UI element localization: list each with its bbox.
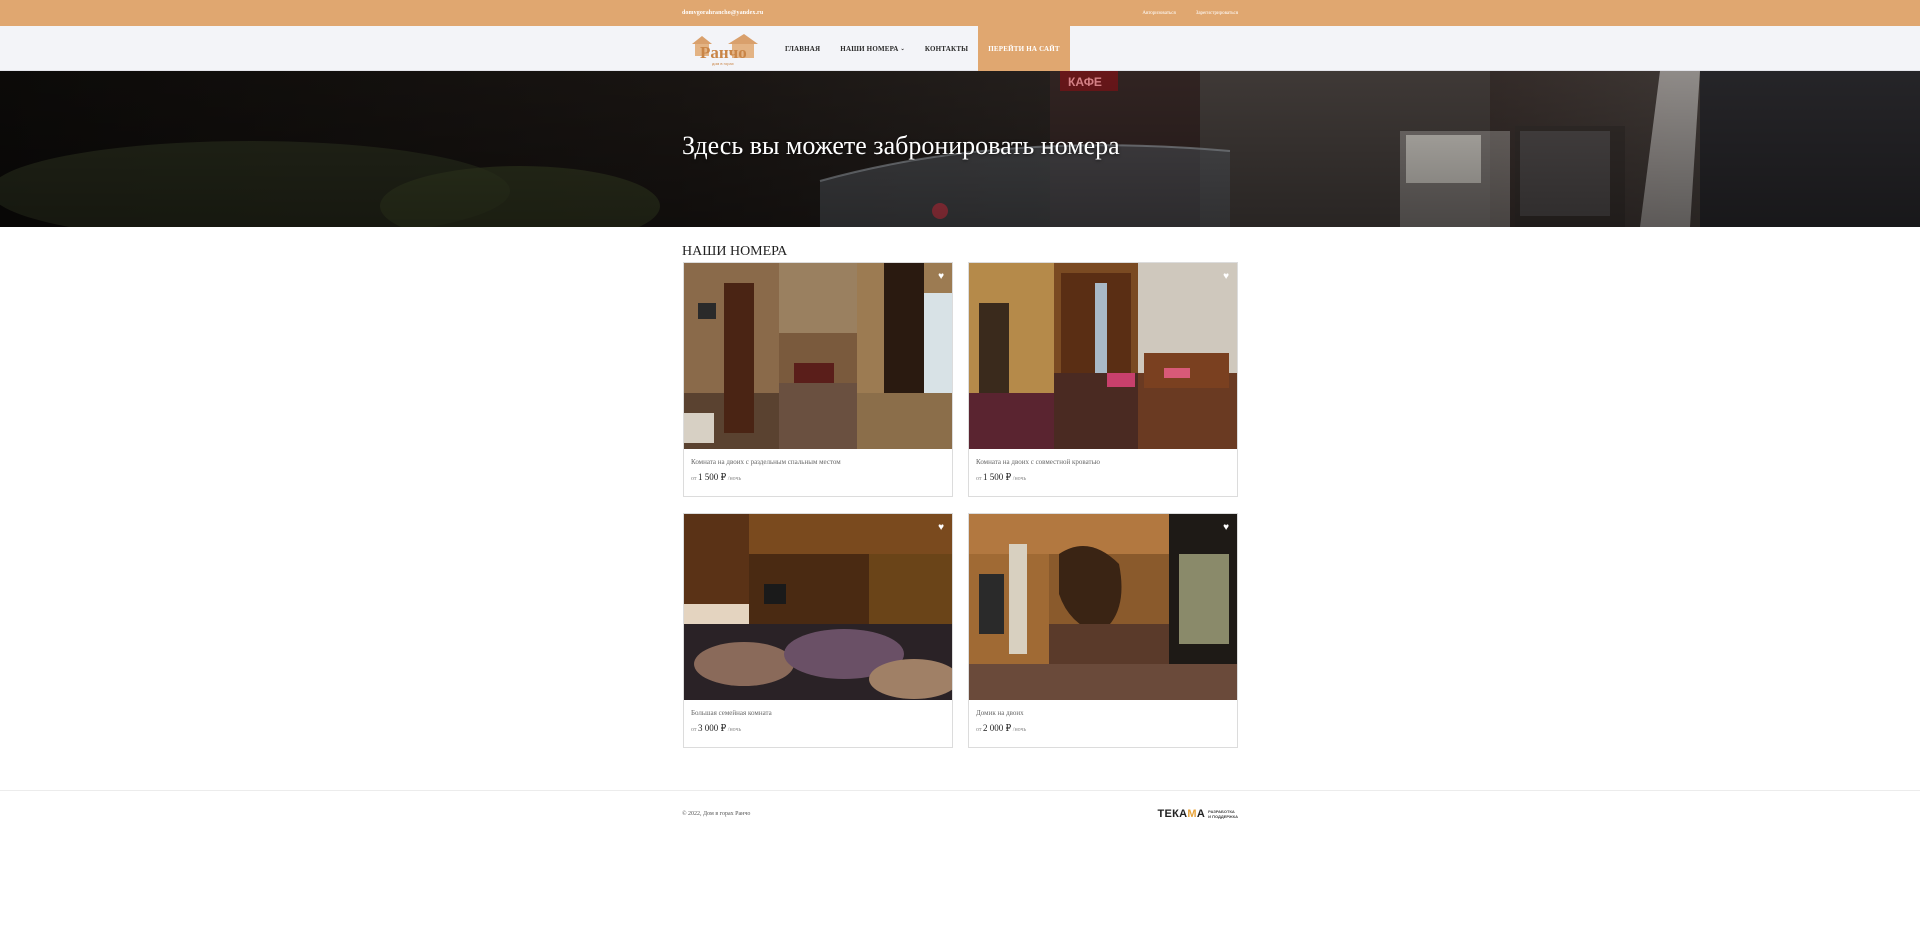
- price-unit: /ночь: [727, 727, 742, 733]
- hero-banner: КАФЕ Здесь вы можете забронировать номер…: [0, 71, 1920, 227]
- room-price: от 1 500 ₽ /ночь: [976, 472, 1230, 483]
- heart-icon[interactable]: ♥: [1223, 271, 1229, 282]
- rooms-grid: ♥ Комната на двоих с раздельным спальным…: [683, 262, 1238, 748]
- brand-accent: М: [1187, 808, 1197, 820]
- price-prefix: от: [691, 727, 697, 733]
- price-amount: 2 000 ₽: [983, 723, 1012, 733]
- top-bar: domvgorahrancho@yandex.ru Авторизоваться…: [0, 0, 1920, 26]
- nav-item-label: ГЛАВНАЯ: [785, 44, 821, 53]
- site-footer: © 2022, Дом в горах Ранчо ТЕКАМА РАЗРАБО…: [0, 790, 1920, 844]
- developer-tagline: РАЗРАБОТКА И ПОДДЕРЖКА: [1208, 809, 1238, 819]
- brand-part: А: [1196, 808, 1206, 820]
- logo-wordmark: Ранчо: [700, 43, 747, 62]
- room-image: [684, 514, 952, 700]
- auth-links: Авторизоваться Зарегистрироваться: [1142, 11, 1238, 16]
- hero-title: Здесь вы можете забронировать номера: [682, 131, 1120, 160]
- room-photo[interactable]: ♥: [969, 263, 1237, 449]
- room-card[interactable]: ♥ Комната на двоих с совместной кроватью…: [968, 262, 1238, 497]
- room-photo[interactable]: ♥: [969, 514, 1237, 700]
- main-nav: Ранчо дом в горах ГЛАВНАЯ НАШИ НОМЕРА ⌄ К…: [0, 26, 1920, 71]
- heart-icon[interactable]: ♥: [938, 271, 944, 282]
- price-unit: /ночь: [727, 476, 742, 482]
- developer-wordmark: ТЕКАМА: [1158, 808, 1206, 820]
- price-amount: 1 500 ₽: [698, 472, 727, 482]
- tagline-line: И ПОДДЕРЖКА: [1208, 814, 1238, 819]
- nav-item-label: НАШИ НОМЕРА: [840, 44, 899, 53]
- room-price: от 3 000 ₽ /ночь: [691, 723, 945, 734]
- room-image: [969, 263, 1237, 449]
- room-price: от 1 500 ₽ /ночь: [691, 472, 945, 483]
- room-title[interactable]: Большая семейная комната: [691, 709, 945, 717]
- section-heading: НАШИ НОМЕРА: [682, 244, 788, 259]
- login-link[interactable]: Авторизоваться: [1142, 11, 1175, 16]
- site-logo[interactable]: Ранчо дом в горах: [688, 30, 763, 68]
- room-price: от 2 000 ₽ /ночь: [976, 723, 1230, 734]
- nav-item-label: КОНТАКТЫ: [924, 44, 969, 53]
- room-image: [684, 263, 952, 449]
- rooms-section: НАШИ НОМЕРА ♥ Комната на двоих с раздель…: [682, 244, 1238, 748]
- room-photo[interactable]: ♥: [684, 514, 952, 700]
- developer-logo[interactable]: ТЕКАМА РАЗРАБОТКА И ПОДДЕРЖКА: [1158, 808, 1239, 820]
- price-unit: /ночь: [1012, 476, 1027, 482]
- logo-subtitle: дом в горах: [712, 61, 734, 66]
- nav-item-home[interactable]: ГЛАВНАЯ: [785, 45, 820, 53]
- logo-house-icon: Ранчо дом в горах: [692, 33, 758, 66]
- brand-part: ТЕКА: [1157, 808, 1188, 820]
- price-prefix: от: [976, 727, 982, 733]
- room-card[interactable]: ♥ Домик на двоих от 2 000 ₽ /ночь: [968, 513, 1238, 748]
- room-title[interactable]: Комната на двоих с раздельным спальным м…: [691, 458, 945, 466]
- contact-email[interactable]: domvgorahrancho@yandex.ru: [682, 10, 763, 16]
- nav-item-rooms[interactable]: НАШИ НОМЕРА ⌄: [840, 45, 905, 53]
- price-prefix: от: [691, 476, 697, 482]
- price-prefix: от: [976, 476, 982, 482]
- room-image: [969, 514, 1237, 700]
- price-amount: 1 500 ₽: [983, 472, 1012, 482]
- chevron-down-icon: ⌄: [900, 46, 905, 52]
- heart-icon[interactable]: ♥: [1223, 522, 1229, 533]
- heart-icon[interactable]: ♥: [938, 522, 944, 533]
- nav-links: ГЛАВНАЯ НАШИ НОМЕРА ⌄ КОНТАКТЫ ПЕРЕЙТИ НА…: [785, 26, 1070, 71]
- room-title[interactable]: Домик на двоих: [976, 709, 1230, 717]
- nav-item-contacts[interactable]: КОНТАКТЫ: [925, 45, 968, 53]
- room-title[interactable]: Комната на двоих с совместной кроватью: [976, 458, 1230, 466]
- price-unit: /ночь: [1012, 727, 1027, 733]
- go-to-site-button[interactable]: ПЕРЕЙТИ НА САЙТ: [978, 26, 1070, 71]
- room-card[interactable]: ♥ Комната на двоих с раздельным спальным…: [683, 262, 953, 497]
- register-link[interactable]: Зарегистрироваться: [1196, 11, 1238, 16]
- price-amount: 3 000 ₽: [698, 723, 727, 733]
- room-photo[interactable]: ♥: [684, 263, 952, 449]
- room-card[interactable]: ♥ Большая семейная комната от 3 000 ₽ /н…: [683, 513, 953, 748]
- copyright-text: © 2022, Дом в горах Ранчо: [682, 811, 751, 817]
